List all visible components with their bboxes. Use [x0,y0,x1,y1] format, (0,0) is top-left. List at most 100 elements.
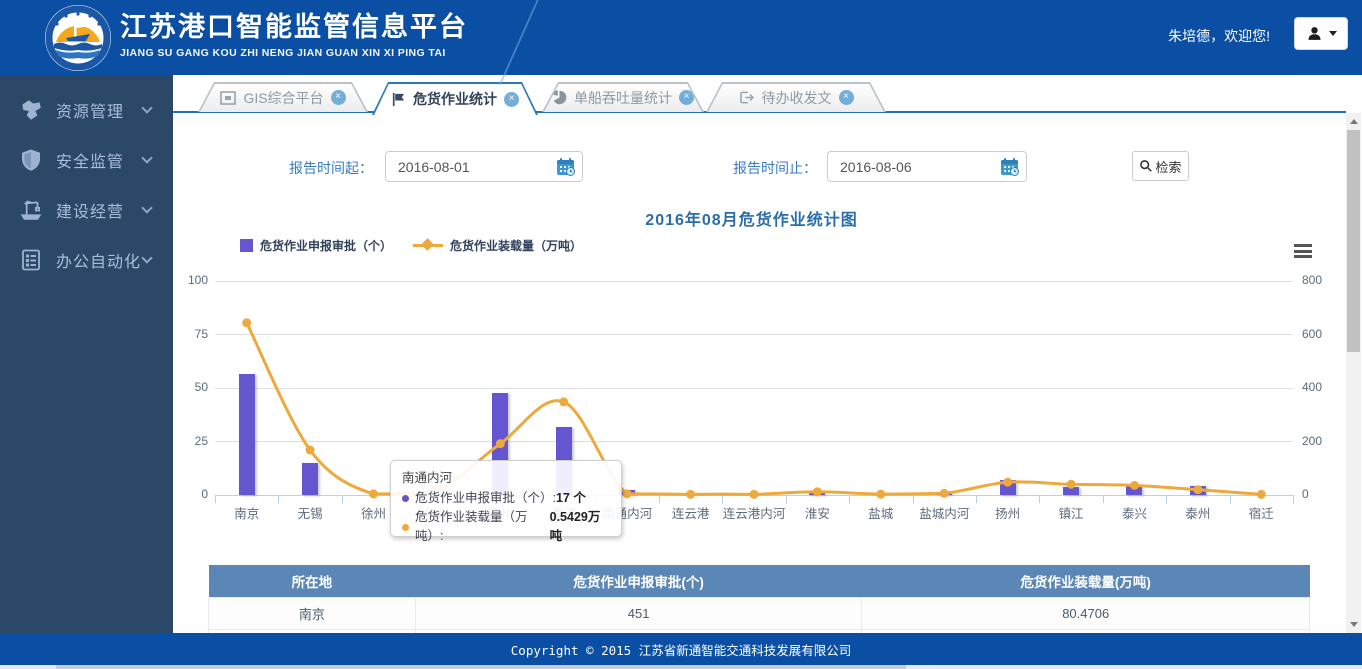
tooltip-row: 危货作业申报审批（个）: 17 个 [402,489,610,508]
document-list-icon [16,246,46,274]
tab-label: 单船吞吐量统计 [574,88,672,108]
report-end-field [827,151,1027,182]
gridline [215,334,1293,335]
report-end-input[interactable] [840,153,1000,180]
bar-盐城内河[interactable] [936,493,952,495]
x-axis-tick [1230,495,1231,503]
tab-close-icon[interactable]: × [331,90,346,105]
gridline [215,388,1293,389]
tooltip-row: 危货作业装载量（万吨）: 0.5429万吨 [402,508,610,546]
legend-item-line[interactable]: 危货作业装载量（万吨） [413,237,582,254]
legend-label: 危货作业装载量（万吨） [450,237,582,254]
x-axis-tick [913,495,914,503]
sidebar-item-office[interactable]: 办公自动化 [0,235,173,285]
scroll-up-arrow[interactable] [1350,119,1358,124]
sidebar-item-label: 建设经营 [56,198,124,222]
calendar-icon[interactable] [556,157,576,177]
bar-泰州[interactable] [1190,486,1206,495]
right-axis-label: 400 [1302,380,1342,394]
chart-context-menu-icon[interactable] [1294,244,1314,259]
right-axis-label: 600 [1302,327,1342,341]
line-legend-swatch [413,244,443,247]
legend-item-bars[interactable]: 危货作业申报审批（个） [240,237,392,254]
port-authority-logo [44,4,112,72]
report-start-input[interactable] [398,153,556,180]
x-axis-tick [786,495,787,503]
x-axis-tick [849,495,850,503]
right-axis-label: 800 [1302,273,1342,287]
x-axis-tick [1103,495,1104,503]
page-title: 江苏港口智能监管信息平台 [120,10,468,44]
series-dot [402,495,409,502]
horizontal-scrollbar-thumb[interactable] [56,665,906,669]
bar-扬州[interactable] [1000,480,1016,495]
app-header: 江苏港口智能监管信息平台 JIANG SU GANG KOU ZHI NENG … [0,0,1362,75]
sidebar-item-safety[interactable]: 安全监管 [0,135,173,185]
sidebar-item-resource[interactable]: 资源管理 [0,85,173,135]
bar-镇江[interactable] [1063,487,1079,495]
sidebar-item-label: 安全监管 [56,148,124,172]
tab-gis[interactable]: GIS综合平台× [198,82,368,112]
vertical-scrollbar-thumb[interactable] [1347,130,1360,352]
tooltip-label: 危货作业装载量（万吨）: [415,508,550,546]
tab-dangerous[interactable]: 危货作业统计 × [372,82,538,115]
bar-无锡[interactable] [302,463,318,495]
x-axis-tick [278,495,279,503]
export-icon [739,90,755,105]
table-row: 南京45180.4706 [209,597,1310,629]
x-axis-label: 泰州 [1166,503,1229,522]
map-icon [16,96,46,124]
table-header-row: 所在地危货作业申报审批(个)危货作业装载量(万吨) [209,565,1310,597]
page-subtitle: JIANG SU GANG KOU ZHI NENG JIAN GUAN XIN… [120,47,468,59]
x-axis-label: 镇江 [1039,503,1102,522]
x-axis-label: 盐城内河 [913,503,976,522]
tab-label: 待办收发文 [762,88,832,108]
report-start-label: 报告时间起： [289,158,373,178]
x-axis-label: 扬州 [976,503,1039,522]
table-header-cell: 所在地 [209,565,416,597]
x-axis-tick [1293,495,1294,503]
chevron-down-icon [141,152,152,163]
tab-close-icon[interactable]: × [504,92,519,107]
copyright-text: Copyright © 2015 江苏省新通智能交通科技发展有限公司 [511,640,851,659]
calendar-icon[interactable] [1000,157,1020,177]
sidebar-navigation: 资源管理安全监管建设经营办公自动化 [0,75,173,669]
chart-tooltip: 南通内河 危货作业申报审批（个）: 17 个危货作业装载量（万吨）: 0.542… [390,460,622,537]
search-button-label: 检索 [1155,157,1181,176]
tab-todo[interactable]: 待办收发文 × [706,82,886,112]
map-frame-icon [220,91,236,105]
tooltip-title: 南通内河 [402,467,610,486]
crane-ship-icon [16,196,46,224]
caret-down-icon [1329,31,1337,36]
header-diagonal-decoration [499,0,601,85]
tooltip-rows: 危货作业申报审批（个）: 17 个危货作业装载量（万吨）: 0.5429万吨 [402,489,610,546]
sidebar-menu: 资源管理安全监管建设经营办公自动化 [0,75,173,285]
vertical-scrollbar[interactable] [1346,113,1361,633]
report-end-label: 报告时间止： [733,158,817,178]
tab-label: 危货作业统计 [413,89,497,109]
sidebar-item-construction[interactable]: 建设经营 [0,185,173,235]
x-axis-label: 泰兴 [1103,503,1166,522]
person-icon [1306,25,1323,42]
search-button[interactable]: 检索 [1132,151,1189,181]
x-axis-tick [722,495,723,503]
tab-close-icon[interactable]: × [839,90,854,105]
x-axis-label: 无锡 [278,503,341,522]
bar-南京[interactable] [239,374,255,495]
chart-title: 2016年08月危货作业统计图 [173,206,1330,230]
bar-legend-swatch [240,239,253,252]
x-axis-label: 宿迁 [1230,503,1293,522]
bar-淮安[interactable] [809,493,825,495]
shield-icon [16,146,46,174]
tab-bar: GIS综合平台×危货作业统计×单船吞吐量统计×待办收发文× [173,75,1362,113]
x-axis-label: 连云港 [659,503,722,522]
user-menu-button[interactable] [1294,17,1348,50]
line-point-南京 [242,318,251,327]
gridline [215,441,1293,442]
tab-ship[interactable]: 单船吞吐量统计× [542,82,704,112]
horizontal-scrollbar[interactable] [0,665,1362,669]
scroll-down-arrow[interactable] [1350,622,1358,627]
chevron-down-icon [141,202,152,213]
x-axis-label: 盐城 [849,503,912,522]
bar-泰兴[interactable] [1126,486,1142,495]
